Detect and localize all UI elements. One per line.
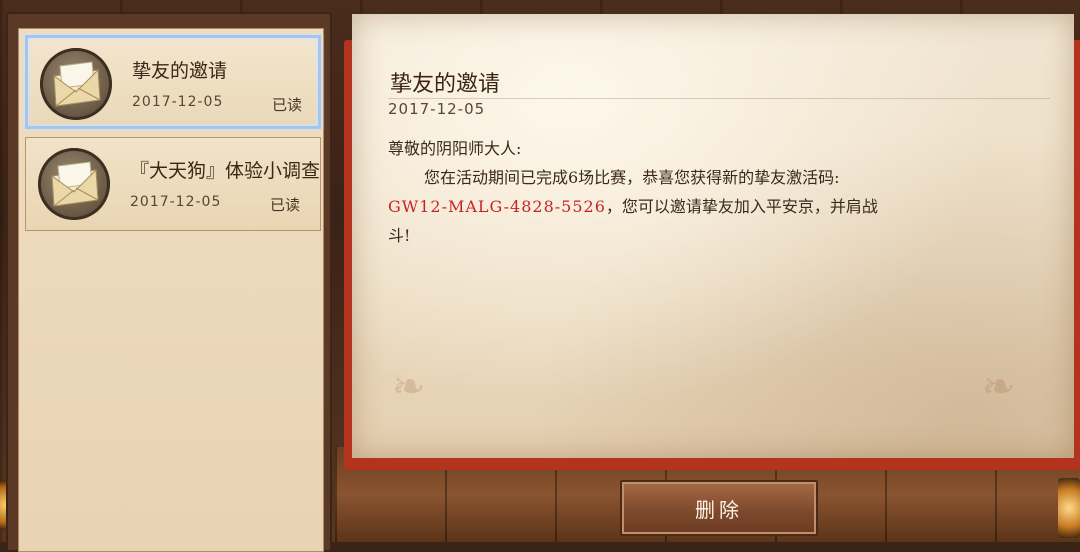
letter-line-2-text: ，您可以邀请挚友加入平安京，并肩战: [605, 197, 878, 216]
envelope-icon: [40, 48, 112, 120]
mail-date: 2017-12-05: [130, 194, 222, 210]
activation-code[interactable]: GW12-MALG-4828-5526: [388, 197, 606, 216]
letter-title: 挚友的邀请: [390, 72, 501, 97]
letter-line-1: 您在活动期间已完成6场比赛，恭喜您获得新的挚友激活码:: [424, 168, 840, 187]
mail-item-friend-invite[interactable]: 挚友的邀请 2017-12-05 已读: [25, 35, 321, 129]
mail-item-survey[interactable]: 『大天狗』体验小调查 2017-12-05 已读: [25, 137, 321, 231]
mail-status: 已读: [270, 196, 301, 214]
mail-date: 2017-12-05: [132, 94, 224, 110]
letter-date: 2017-12-05: [388, 100, 486, 118]
letter-body: 尊敬的阴阳师大人: 您在活动期间已完成6场比赛，恭喜您获得新的挚友激活码: GW…: [388, 134, 988, 250]
letter-salutation: 尊敬的阴阳师大人:: [388, 139, 522, 158]
mail-list-panel: 挚友的邀请 2017-12-05 已读 『大天狗』体验小调查 2017-12-0…: [6, 12, 332, 552]
letter-line-3: 斗!: [388, 226, 411, 245]
letter-divider: [388, 98, 1050, 99]
mail-list: 挚友的邀请 2017-12-05 已读 『大天狗』体验小调查 2017-12-0…: [18, 28, 324, 552]
mail-status: 已读: [272, 96, 303, 114]
letter-line-2: GW12-MALG-4828-5526，您可以邀请挚友加入平安京，并肩战: [388, 192, 988, 221]
lantern-right-icon: [1058, 478, 1080, 538]
mail-title: 挚友的邀请: [132, 60, 228, 82]
letter-content: ❧ ❧ 挚友的邀请 2017-12-05 尊敬的阴阳师大人: 您在活动期间已完成…: [352, 14, 1074, 458]
delete-button[interactable]: 删除: [620, 480, 818, 536]
mail-title: 『大天狗』体验小调查: [130, 160, 320, 182]
envelope-icon: [38, 148, 110, 220]
cloud-decoration-icon: ❧: [392, 364, 426, 410]
cloud-decoration-icon: ❧: [982, 364, 1016, 410]
